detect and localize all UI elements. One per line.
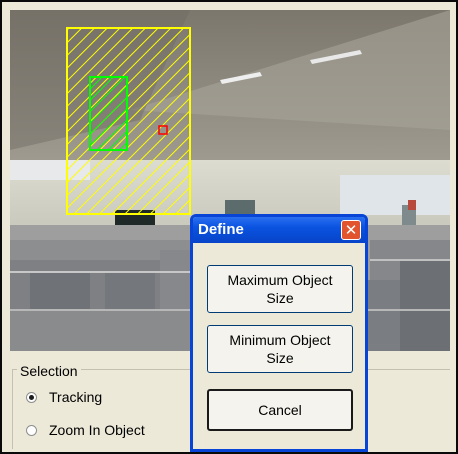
maximum-object-size-button[interactable]: Maximum Object Size [207, 265, 353, 313]
radio-tracking-button[interactable] [26, 391, 37, 403]
radio-tracking[interactable]: Tracking [26, 389, 102, 405]
radio-zoom-in-object-button[interactable] [26, 424, 37, 436]
maximum-object-size-line1: Maximum Object [227, 272, 333, 288]
radio-zoom-in-object[interactable]: Zoom In Object [26, 422, 145, 438]
maximum-object-size-line2: Size [266, 290, 294, 306]
dialog-titlebar[interactable]: Define ✕ [193, 217, 365, 243]
minimum-object-size-line2: Size [266, 350, 294, 366]
close-icon[interactable]: ✕ [341, 220, 361, 240]
define-dialog: Define ✕ Maximum Object Size Minimum Obj… [190, 214, 368, 452]
cancel-button[interactable]: Cancel [207, 389, 353, 431]
dialog-title: Define [198, 221, 244, 238]
min-object-region[interactable] [89, 76, 128, 151]
tracking-setup-window: Selection Tracking Zoom In Object Define… [0, 0, 458, 454]
minimum-object-size-line1: Minimum Object [229, 332, 331, 348]
minimum-object-size-button[interactable]: Minimum Object Size [207, 325, 353, 373]
radio-tracking-label: Tracking [49, 389, 103, 405]
max-object-region[interactable] [66, 27, 191, 215]
selection-legend: Selection [17, 363, 81, 379]
cancel-button-label: Cancel [258, 402, 302, 418]
radio-zoom-in-object-label: Zoom In Object [49, 422, 145, 438]
